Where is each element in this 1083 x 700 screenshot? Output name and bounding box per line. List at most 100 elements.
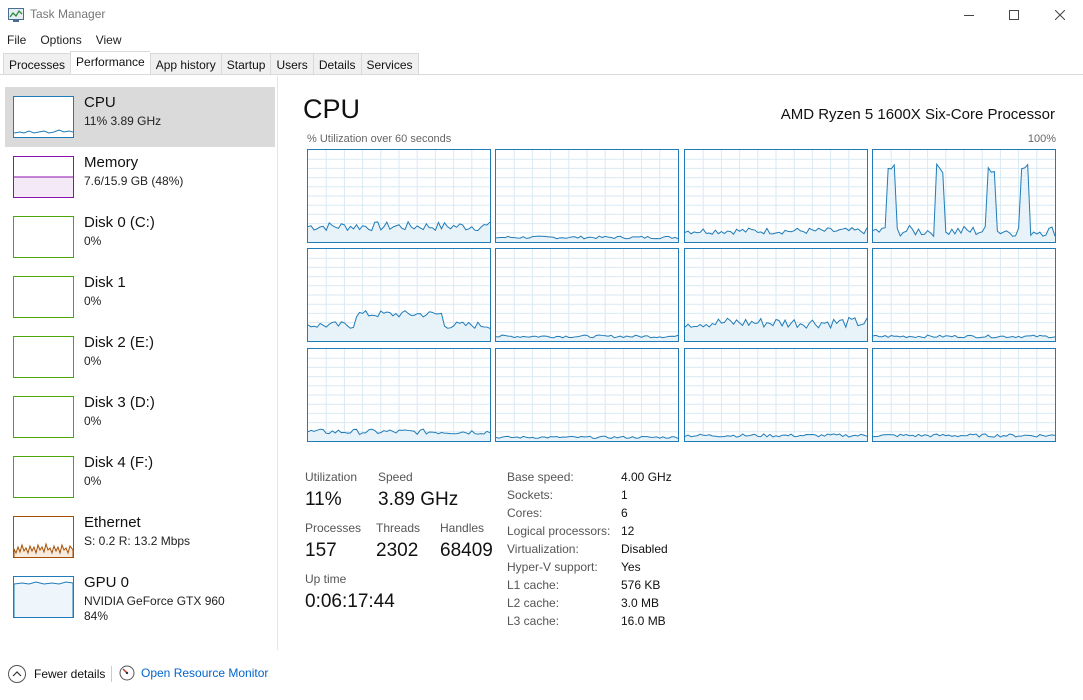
core-graph-plot	[496, 150, 678, 242]
core-graph-plot	[873, 150, 1055, 242]
core-graph	[307, 149, 491, 243]
ethernet-thumbnail	[13, 516, 74, 558]
tab-users[interactable]: Users	[270, 53, 313, 75]
detail-label: L3 cache:	[507, 614, 560, 628]
sidebar-item-value: 0%	[84, 294, 102, 308]
detail-label: Hyper-V support:	[507, 560, 598, 574]
tab-details[interactable]: Details	[312, 53, 361, 75]
maximize-icon	[1009, 10, 1019, 20]
cpu-thumbnail-graph	[14, 129, 73, 134]
page-title: CPU	[303, 94, 361, 124]
ethernet-thumbnail-graph	[14, 542, 73, 557]
window-title: Task Manager	[30, 7, 106, 21]
sidebar-item-value: 0%	[84, 414, 102, 428]
sidebar-item-disk-4[interactable]: Disk 4 (F:) 0%	[5, 447, 275, 507]
sidebar-item-gpu-0[interactable]: GPU 0 NVIDIA GeForce GTX 960 84%	[5, 567, 275, 627]
detail-value: 1	[621, 488, 628, 502]
tab-app-history[interactable]: App history	[149, 53, 221, 75]
handles-value: 68409	[440, 540, 493, 561]
utilization-caption: % Utilization over 60 seconds	[307, 133, 452, 145]
menu-file[interactable]: File	[0, 30, 33, 50]
chevron-up-icon	[8, 665, 26, 683]
core-usage-area	[308, 429, 490, 441]
detail-value: 6	[621, 506, 628, 520]
utilization-label: Utilization	[305, 470, 358, 484]
core-graph	[684, 248, 868, 342]
core-graph	[684, 149, 868, 243]
processes-label: Processes	[305, 521, 362, 535]
sidebar-item-value: NVIDIA GeForce GTX 960 84%	[84, 594, 225, 624]
sidebar-item-cpu[interactable]: CPU 11% 3.89 GHz	[5, 87, 275, 147]
detail-label: L2 cache:	[507, 596, 560, 610]
detail-value: 4.00 GHz	[621, 470, 672, 484]
task-manager-icon	[8, 8, 24, 22]
detail-label: L1 cache:	[507, 578, 560, 592]
gpu-thumbnail	[13, 576, 74, 618]
memory-thumbnail-graph	[14, 176, 73, 197]
open-resource-monitor-link[interactable]: Open Resource Monitor	[119, 665, 268, 681]
core-graph	[872, 149, 1056, 243]
sidebar-item-name: Disk 1	[84, 274, 126, 291]
open-resource-monitor-label: Open Resource Monitor	[141, 666, 269, 680]
sidebar-item-disk-2[interactable]: Disk 2 (E:) 0%	[5, 327, 275, 387]
sidebar-item-value: S: 0.2 R: 13.2 Mbps	[84, 534, 191, 548]
uptime-label: Up time	[305, 572, 347, 586]
utilization-max: 100%	[1027, 133, 1056, 145]
tab-startup[interactable]: Startup	[220, 53, 271, 75]
sidebar-item-memory[interactable]: Memory 7.6/15.9 GB (48%)	[5, 147, 275, 207]
core-graph-plot	[496, 249, 678, 341]
threads-value: 2302	[376, 540, 419, 561]
disk-thumbnail	[13, 396, 74, 438]
fewer-details-label: Fewer details	[34, 667, 106, 681]
detail-value: Yes	[621, 560, 641, 574]
sidebar-item-name: GPU 0	[84, 574, 130, 591]
sidebar-item-ethernet[interactable]: Ethernet S: 0.2 R: 13.2 Mbps	[5, 507, 275, 567]
sidebar-item-name: Disk 4 (F:)	[84, 454, 154, 471]
core-graph	[307, 248, 491, 342]
detail-label: Base speed:	[507, 470, 574, 484]
close-button[interactable]	[1037, 0, 1083, 30]
tab-divider	[0, 74, 1083, 75]
resource-monitor-icon	[119, 665, 135, 681]
minimize-icon	[964, 15, 974, 16]
sidebar-item-value: 0%	[84, 234, 102, 248]
speed-value: 3.89 GHz	[378, 489, 459, 510]
sidebar-item-value: 0%	[84, 474, 102, 488]
sidebar-item-name: CPU	[84, 94, 116, 111]
disk-thumbnail	[13, 276, 74, 318]
speed-label: Speed	[378, 470, 413, 484]
maximize-button[interactable]	[991, 0, 1037, 30]
core-graph	[307, 348, 491, 442]
core-graph	[684, 348, 868, 442]
memory-thumbnail	[13, 156, 74, 198]
detail-label: Cores:	[507, 506, 543, 520]
detail-value: 576 KB	[621, 578, 661, 592]
processor-name: AMD Ryzen 5 1600X Six-Core Processor	[780, 106, 1055, 123]
sidebar-item-name: Ethernet	[84, 514, 141, 531]
detail-value: 3.0 MB	[621, 596, 660, 610]
fewer-details-button[interactable]: Fewer details	[8, 665, 105, 683]
sidebar-item-disk-1[interactable]: Disk 1 0%	[5, 267, 275, 327]
utilization-value: 11%	[305, 489, 342, 510]
tab-services[interactable]: Services	[360, 53, 419, 75]
core-graph-plot	[496, 349, 678, 441]
minimize-button[interactable]	[946, 0, 992, 30]
sidebar-item-value: 7.6/15.9 GB (48%)	[84, 174, 184, 188]
tab-processes[interactable]: Processes	[3, 53, 71, 75]
sidebar-item-value: 11% 3.89 GHz	[84, 114, 162, 128]
menu-view[interactable]: View	[89, 30, 129, 50]
detail-value: Disabled	[621, 542, 668, 556]
threads-label: Threads	[376, 521, 421, 535]
detail-label: Sockets:	[507, 488, 554, 502]
tab-performance[interactable]: Performance	[70, 51, 150, 74]
detail-label: Virtualization:	[507, 542, 579, 556]
sidebar-item-disk-0[interactable]: Disk 0 (C:) 0%	[5, 207, 275, 267]
disk-thumbnail	[13, 216, 74, 258]
sidebar-item-name: Disk 2 (E:)	[84, 334, 155, 351]
sidebar-item-name: Memory	[84, 154, 139, 171]
core-graph-grid	[307, 149, 1057, 444]
processes-value: 157	[305, 540, 337, 561]
sidebar-item-disk-3[interactable]: Disk 3 (D:) 0%	[5, 387, 275, 447]
menu-options[interactable]: Options	[33, 30, 88, 50]
cpu-thumbnail	[13, 96, 74, 138]
